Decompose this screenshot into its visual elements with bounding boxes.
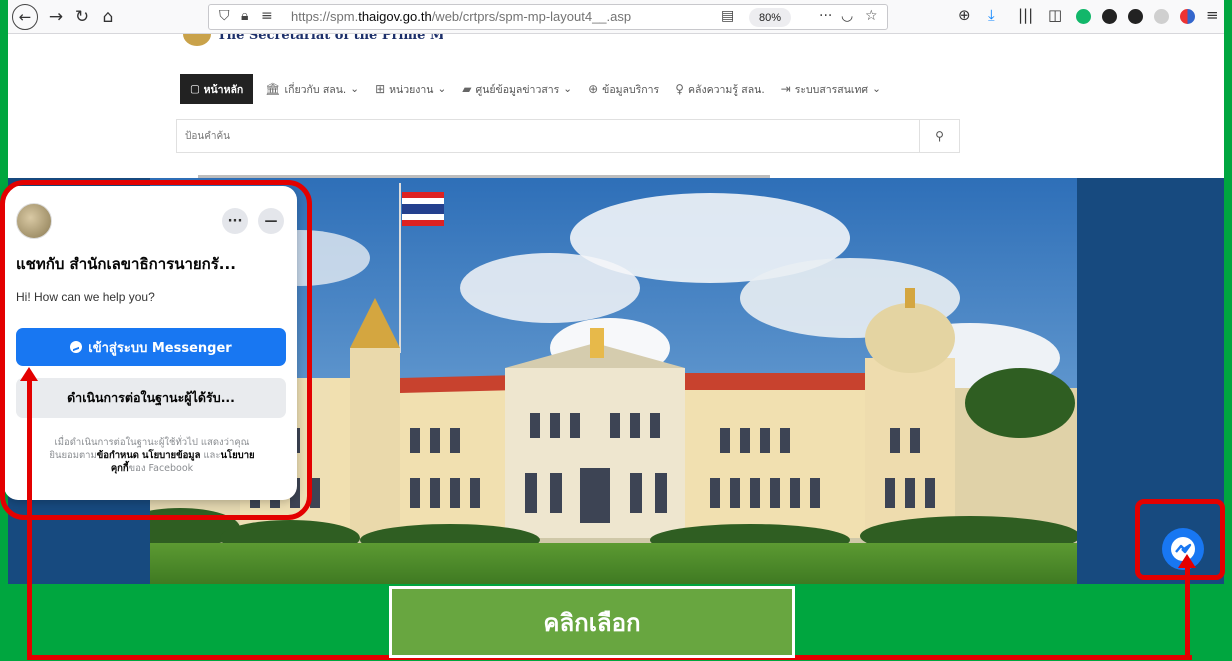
pocket-icon[interactable]: ◡: [841, 8, 853, 24]
page-actions-icon[interactable]: ···: [819, 8, 832, 24]
extension-dark-2-icon[interactable]: [1128, 9, 1143, 24]
forward-arrow-icon[interactable]: →: [44, 5, 68, 29]
address-bar[interactable]: ⛉ 🔒︎ ≡ https://spm.thaigov.go.th/web/crt…: [208, 4, 888, 30]
extension-color-icon[interactable]: [1180, 9, 1195, 24]
annotation-arrow-head-left: [20, 367, 38, 381]
menu-item-units[interactable]: ⊞ หน่วยงาน ⌄: [375, 81, 446, 98]
annotation-line-left: [27, 380, 32, 660]
book-icon: ▰: [462, 82, 472, 96]
annotation-line-right: [1185, 567, 1190, 660]
search-input[interactable]: [177, 120, 919, 152]
lightbulb-icon: ♀: [675, 82, 684, 96]
chevron-down-icon: ⌄: [350, 83, 360, 95]
emblem-icon: [183, 34, 211, 46]
site-search: ⚲: [176, 119, 960, 153]
permissions-icon[interactable]: ≡: [261, 8, 273, 24]
login-icon: ⇥: [780, 82, 791, 96]
main-menu: ▢ หน้าหลัก 🏛︎ เกี่ยวกับ สลน. ⌄ ⊞ หน่วยงาน ⌄ …: [180, 74, 897, 104]
org-chart-icon: ⊞: [375, 82, 386, 96]
chevron-down-icon: ⌄: [563, 83, 573, 95]
click-select-label: คลิกเลือก: [389, 586, 795, 658]
back-arrow-icon[interactable]: ←: [12, 4, 38, 30]
menu-hamburger-icon[interactable]: ≡: [1206, 6, 1219, 24]
search-button[interactable]: ⚲: [919, 120, 959, 152]
annotation-arrow-head-right: [1178, 554, 1196, 568]
site-logo[interactable]: The Secretariat of the Prime Minister: [183, 34, 443, 48]
bookmark-star-icon[interactable]: ☆: [865, 8, 878, 24]
globe-icon: ⊕: [588, 82, 599, 96]
zoom-level-badge[interactable]: 80%: [749, 8, 791, 27]
url-text[interactable]: https://spm.thaigov.go.th/web/crtprs/spm…: [291, 9, 631, 24]
browser-toolbar: ← → ↻ ⌂ ⛉ 🔒︎ ≡ https://spm.thaigov.go.th…: [8, 0, 1224, 34]
extension-icon[interactable]: ⊕: [958, 6, 971, 24]
extension-dark-icon[interactable]: [1102, 9, 1117, 24]
sidebar-icon[interactable]: ◫: [1048, 6, 1062, 24]
lock-icon[interactable]: 🔒︎: [241, 8, 248, 24]
menu-item-info-center[interactable]: ▰ ศูนย์ข้อมูลข่าวสาร ⌄: [462, 81, 572, 98]
shield-icon[interactable]: ⛉: [219, 8, 230, 24]
library-icon[interactable]: |||: [1018, 6, 1033, 24]
menu-item-services[interactable]: ⊕ ข้อมูลบริการ: [588, 81, 659, 98]
bookmark-icon: ▢: [190, 83, 204, 95]
extension-green-icon[interactable]: [1076, 9, 1091, 24]
chevron-down-icon: ⌄: [872, 83, 881, 95]
reader-view-icon[interactable]: ▤: [721, 8, 734, 24]
menu-item-about[interactable]: 🏛︎ เกี่ยวกับ สลน. ⌄: [265, 81, 359, 98]
logo-text: The Secretariat of the Prime Minister: [217, 34, 443, 43]
search-icon: ⚲: [935, 129, 944, 143]
menu-item-info-system[interactable]: ⇥ ระบบสารสนเทศ ⌄: [781, 81, 881, 98]
menu-home[interactable]: ▢ หน้าหลัก: [180, 74, 254, 104]
menu-item-knowledge[interactable]: ♀ คลังความรู้ สลน.: [675, 81, 764, 98]
download-icon[interactable]: ⤓: [988, 6, 995, 24]
bank-icon: 🏛︎: [265, 82, 281, 96]
extension-grey-icon[interactable]: [1154, 9, 1169, 24]
annotation-chat-highlight: [0, 180, 312, 520]
home-icon[interactable]: ⌂: [96, 5, 120, 29]
reload-icon[interactable]: ↻: [70, 5, 94, 29]
chevron-down-icon: ⌄: [437, 83, 447, 95]
